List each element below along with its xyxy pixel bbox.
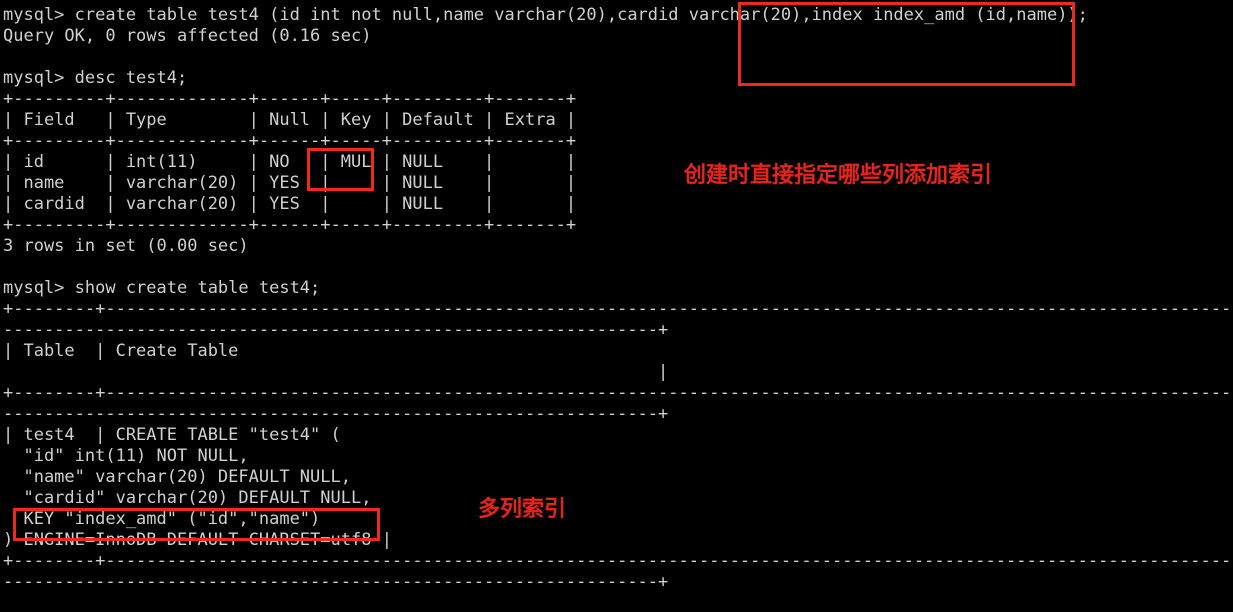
terminal-line: 3 rows in set (0.00 sec) xyxy=(3,236,249,256)
terminal-line: | xyxy=(3,362,669,382)
terminal-window[interactable]: mysql> create table test4 (id int not nu… xyxy=(0,0,1233,612)
terminal-line: "name" varchar(20) DEFAULT NULL, xyxy=(3,467,351,487)
terminal-line: Query OK, 0 rows affected (0.16 sec) xyxy=(3,26,372,46)
terminal-line: mysql> desc test4; xyxy=(3,68,188,88)
terminal-line: | id | int(11) | NO | MUL | NULL | | xyxy=(3,152,577,172)
terminal-line: | Field | Type | Null | Key | Default | … xyxy=(3,110,577,130)
terminal-line: +---------+-------------+------+-----+--… xyxy=(3,215,577,235)
annotation-create-index-note: 创建时直接指定哪些列添加索引 xyxy=(684,163,993,188)
terminal-line: +--------+------------------------------… xyxy=(3,383,1233,403)
highlight-box-index-clause xyxy=(738,2,1075,86)
terminal-line: ----------------------------------------… xyxy=(3,404,669,424)
terminal-line: | name | varchar(20) | YES | | NULL | | xyxy=(3,173,577,193)
terminal-line: +--------+------------------------------… xyxy=(3,551,1233,571)
terminal-line: | test4 | CREATE TABLE "test4" ( xyxy=(3,425,341,445)
annotation-multi-column-index-note: 多列索引 xyxy=(478,497,567,522)
terminal-line: ----------------------------------------… xyxy=(3,320,669,340)
terminal-line: "id" int(11) NOT NULL, xyxy=(3,446,249,466)
terminal-line: +---------+-------------+------+-----+--… xyxy=(3,89,577,109)
highlight-box-key-index-amd xyxy=(13,508,380,541)
terminal-line: mysql> show create table test4; xyxy=(3,278,321,298)
highlight-box-mul-key xyxy=(307,148,374,191)
terminal-line: | Table | Create Table xyxy=(3,341,239,361)
terminal-line: | cardid | varchar(20) | YES | | NULL | … xyxy=(3,194,577,214)
terminal-line: ----------------------------------------… xyxy=(3,572,669,592)
terminal-line: +--------+------------------------------… xyxy=(3,299,1233,319)
terminal-line: +---------+-------------+------+-----+--… xyxy=(3,131,577,151)
terminal-line: "cardid" varchar(20) DEFAULT NULL, xyxy=(3,488,372,508)
